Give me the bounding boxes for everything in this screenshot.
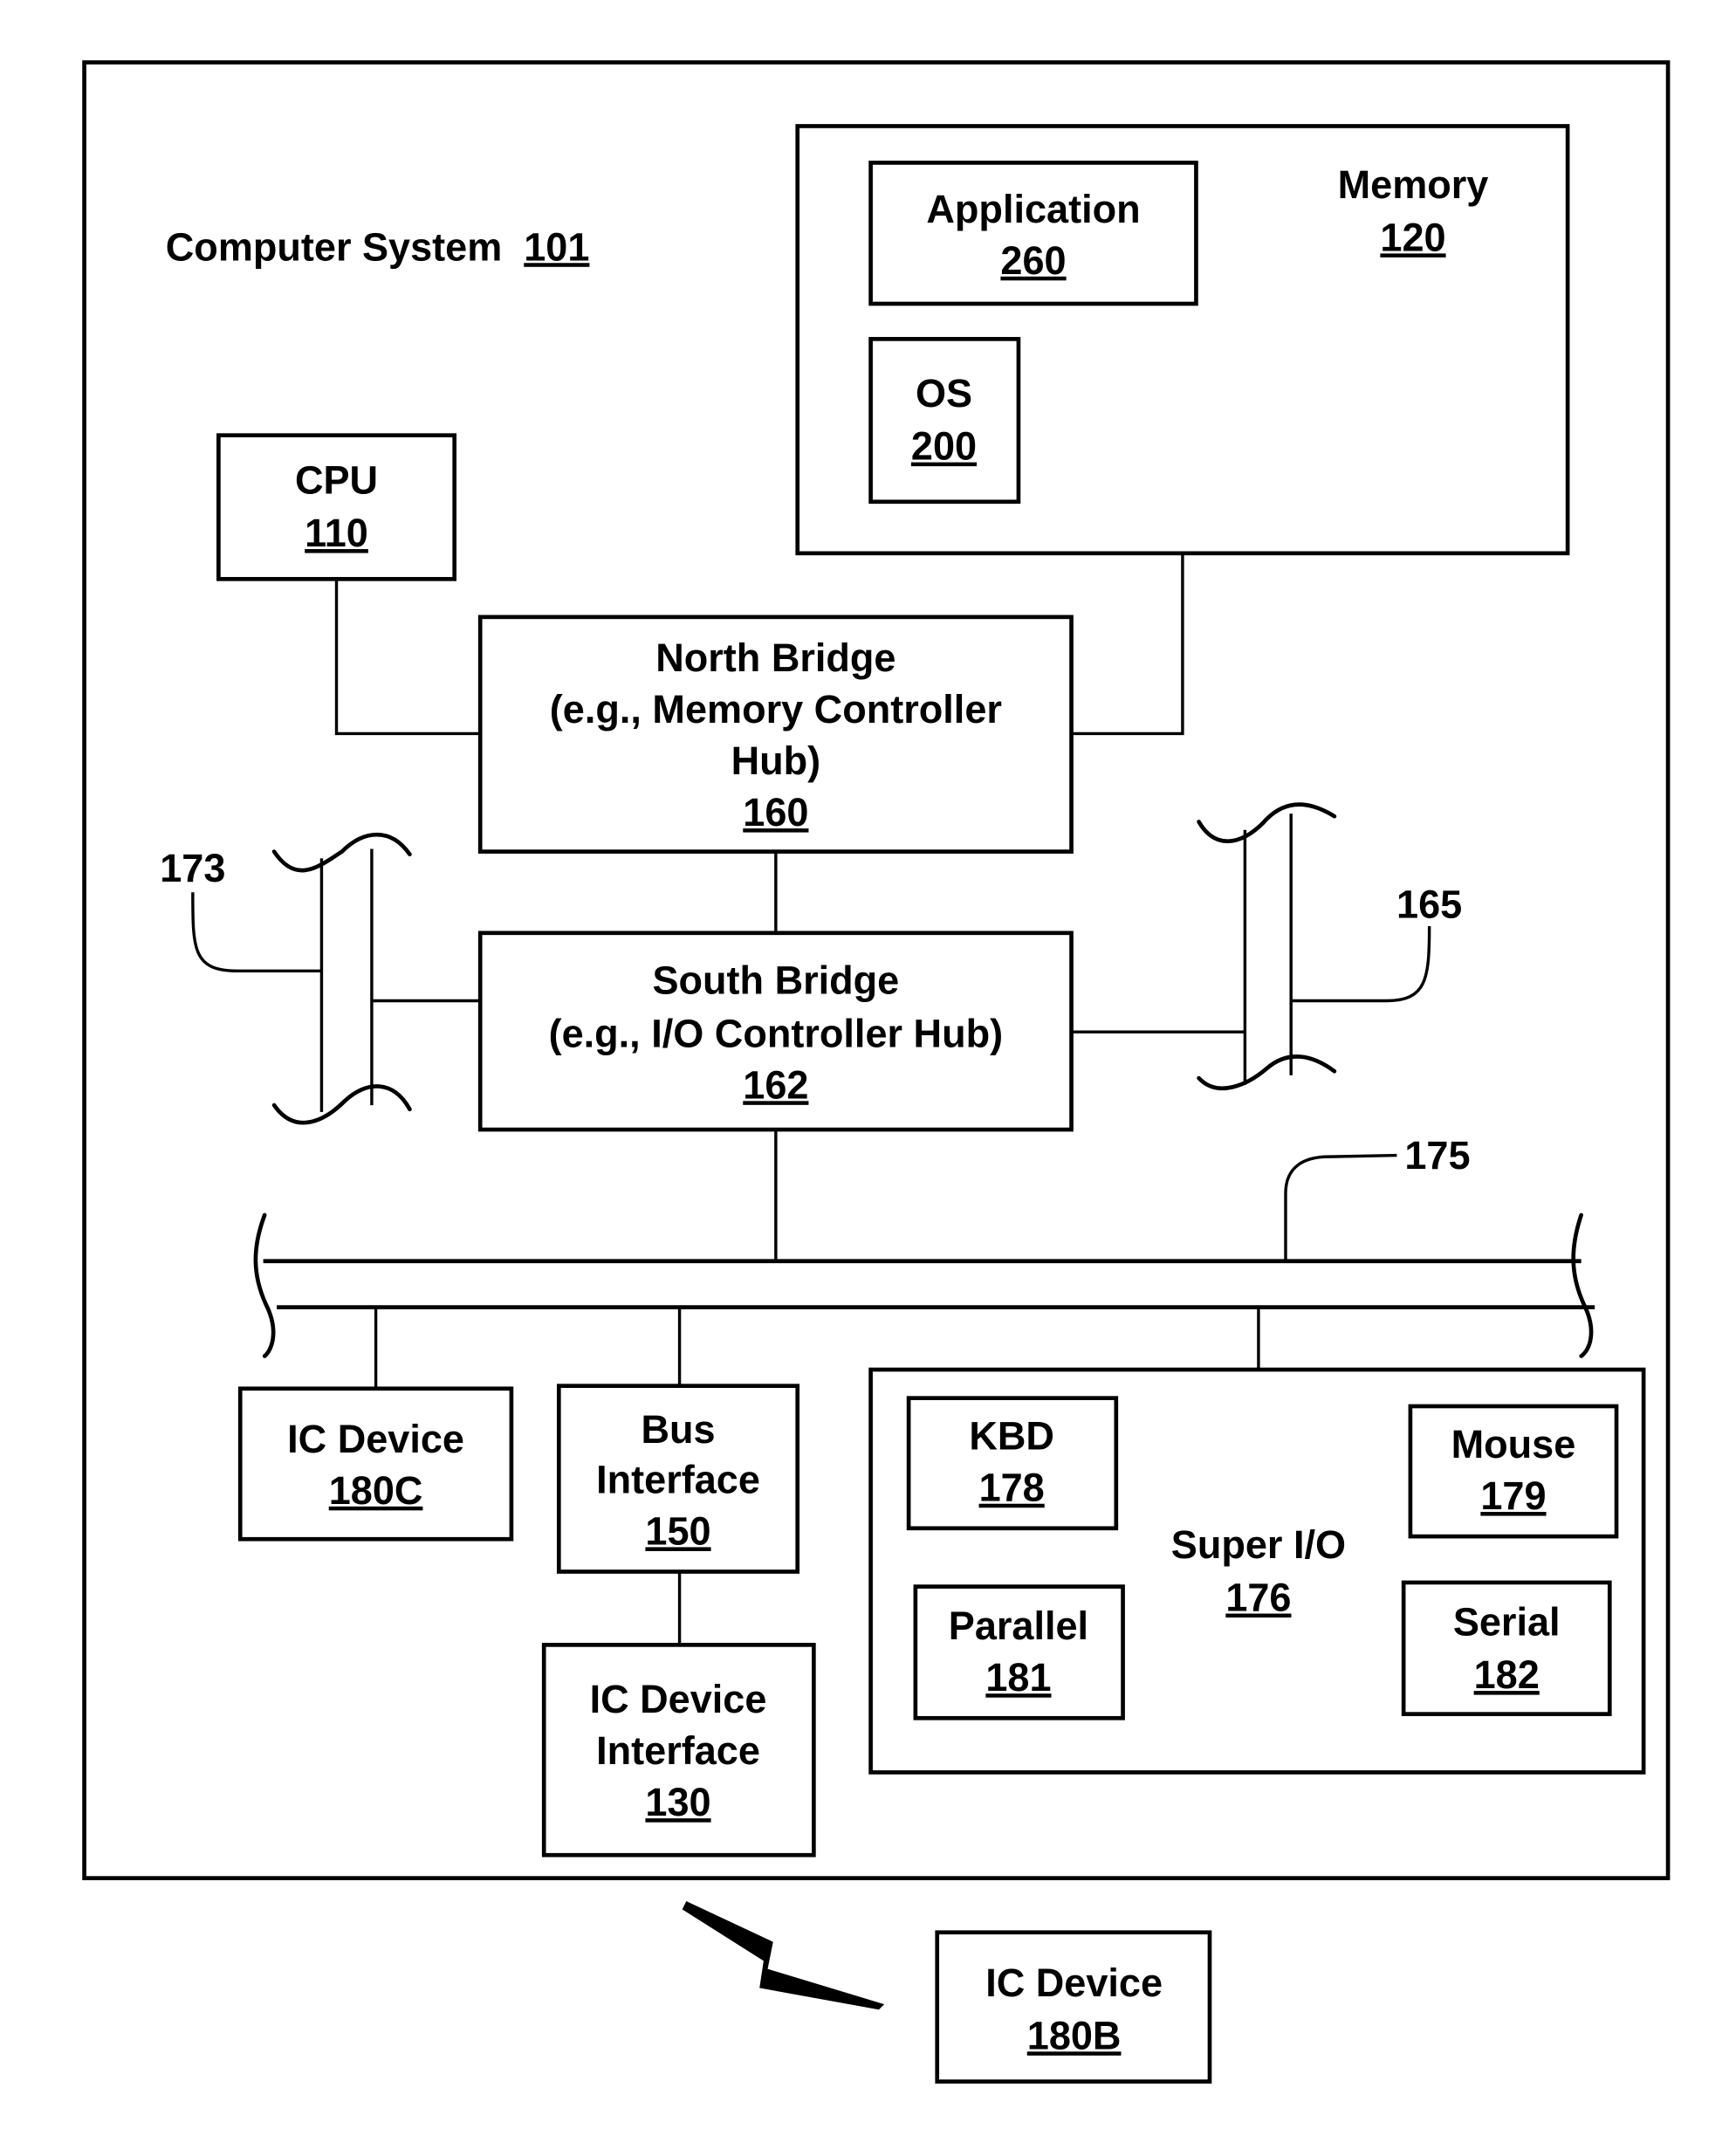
computer-system-label: Computer System 101 bbox=[166, 224, 590, 269]
application-block[interactable]: Application 260 bbox=[868, 161, 1198, 306]
ic-device-180b-block[interactable]: IC Device 180B bbox=[935, 1930, 1212, 2084]
bus-173: 173 bbox=[160, 833, 481, 1125]
computer-system-ref: 101 bbox=[524, 224, 589, 269]
north-bridge-line-2: (e.g., Memory Controller bbox=[550, 687, 1002, 731]
cpu-to-northbridge-wire bbox=[334, 579, 481, 736]
ic-device-180b-ref: 180B bbox=[1027, 2013, 1122, 2057]
south-bridge-block[interactable]: South Bridge (e.g., I/O Controller Hub) … bbox=[477, 931, 1074, 1132]
bus-interface-ref: 150 bbox=[645, 1508, 710, 1553]
ic-device-180c-ref: 180C bbox=[329, 1468, 423, 1513]
serial-block[interactable]: Serial 182 bbox=[1401, 1580, 1612, 1716]
north-bridge-block[interactable]: North Bridge (e.g., Memory Controller Hu… bbox=[477, 615, 1074, 854]
north-bridge-line-1: North Bridge bbox=[655, 635, 895, 680]
south-bridge-line-2: (e.g., I/O Controller Hub) bbox=[549, 1011, 1004, 1055]
mouse-block[interactable]: Mouse 179 bbox=[1408, 1404, 1619, 1539]
serial-label: Serial bbox=[1453, 1600, 1561, 1645]
south-bridge-line-1: South Bridge bbox=[652, 958, 899, 1003]
super-io-ref: 176 bbox=[1225, 1576, 1291, 1620]
cpu-label: CPU bbox=[295, 457, 378, 502]
application-ref: 260 bbox=[1000, 238, 1066, 283]
application-label: Application bbox=[926, 187, 1140, 231]
bus-interface-line-2: Interface bbox=[596, 1457, 760, 1501]
lightning-bolt-icon bbox=[682, 1901, 885, 2010]
cpu-ref: 110 bbox=[305, 511, 368, 555]
bus-165: 165 bbox=[1071, 802, 1462, 1090]
north-bridge-line-3: Hub) bbox=[731, 738, 821, 783]
bus-165-label: 165 bbox=[1396, 883, 1462, 927]
memory-ref: 120 bbox=[1380, 215, 1445, 259]
kbd-block[interactable]: KBD 178 bbox=[906, 1396, 1119, 1531]
super-io-label: Super I/O bbox=[1171, 1522, 1346, 1567]
bus-175-label: 175 bbox=[1404, 1133, 1470, 1178]
ic-device-180c-label: IC Device bbox=[287, 1417, 464, 1461]
memory-label: Memory bbox=[1338, 162, 1489, 207]
bus-173-label: 173 bbox=[160, 846, 225, 890]
ic-device-interface-ref: 130 bbox=[645, 1780, 710, 1824]
bus-interface-line-1: Bus bbox=[641, 1407, 715, 1452]
ic-device-interface-line-2: Interface bbox=[596, 1728, 760, 1773]
ic-device-interface-line-1: IC Device bbox=[590, 1677, 767, 1721]
cpu-block[interactable]: CPU 110 bbox=[216, 433, 457, 581]
kbd-ref: 178 bbox=[979, 1466, 1045, 1510]
computer-system-diagram: Computer System 101 Memory 120 Applicati… bbox=[82, 60, 1671, 2084]
memory-to-northbridge-wire bbox=[1071, 553, 1184, 736]
bus-175: 175 bbox=[253, 1133, 1595, 1358]
serial-ref: 182 bbox=[1474, 1652, 1540, 1697]
ic-device-180b-label: IC Device bbox=[985, 1961, 1163, 2005]
parallel-ref: 181 bbox=[985, 1655, 1051, 1700]
south-bridge-ref: 162 bbox=[743, 1062, 808, 1107]
os-label: OS bbox=[916, 371, 972, 415]
computer-system-title: Computer System bbox=[166, 224, 503, 269]
bus-interface-block[interactable]: Bus Interface 150 bbox=[556, 1384, 800, 1574]
os-block[interactable]: OS 200 bbox=[868, 337, 1021, 505]
os-ref: 200 bbox=[911, 424, 977, 469]
kbd-label: KBD bbox=[969, 1414, 1054, 1459]
mouse-ref: 179 bbox=[1480, 1473, 1546, 1518]
mouse-label: Mouse bbox=[1451, 1422, 1576, 1466]
parallel-block[interactable]: Parallel 181 bbox=[913, 1584, 1125, 1720]
ic-device-180c-block[interactable]: IC Device 180C bbox=[237, 1386, 514, 1542]
ic-device-interface-block[interactable]: IC Device Interface 130 bbox=[541, 1643, 816, 1858]
parallel-label: Parallel bbox=[949, 1604, 1088, 1648]
north-bridge-ref: 160 bbox=[743, 790, 808, 834]
